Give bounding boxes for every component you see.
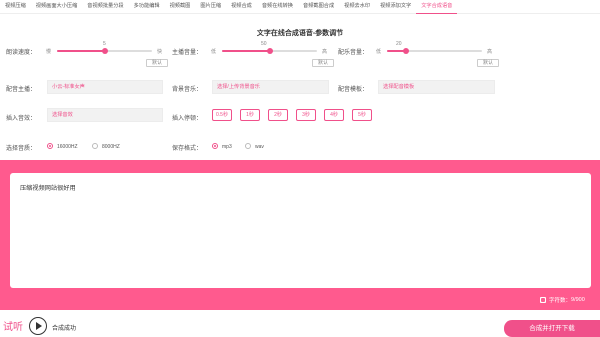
volume-slider-fill [222,50,270,52]
music-volume-max-label: 高 [487,49,493,55]
volume-slider-handle[interactable] [266,48,273,54]
voice-select[interactable]: 小云-标准女声 [47,80,163,94]
page-title: 文字在线合成语音-参数调节 [256,30,344,37]
volume-min-label: 低 [211,49,217,55]
format-label: 保存格式： [172,146,203,152]
music-volume-min-label: 低 [376,49,382,55]
format-mp3-label: mp3 [222,144,232,150]
pause-3s-button[interactable]: 3秒 [296,109,316,121]
nav-item-add-text[interactable]: 视频添加文字 [375,0,416,14]
pause-0-5s-button[interactable]: 0.5秒 [212,109,232,121]
nav-item-multi-edit[interactable]: 多功能编辑 [129,0,165,14]
bgm-label: 背景音乐： [172,87,203,93]
music-volume-value: 20 [396,41,402,47]
nav-item-remove-watermark[interactable]: 视频去水印 [339,0,375,14]
speed-default-button[interactable]: 默认 [146,59,168,67]
synthesis-status: 合成成功 [52,326,77,332]
volume-max-label: 高 [322,49,328,55]
speed-slider-handle[interactable] [101,48,108,54]
speed-max-label: 快 [157,49,163,55]
text-input-content: 压缩视频网站很好用 [20,185,76,192]
sample-rate-8000-radio[interactable] [92,143,98,149]
char-count: 字符数： 9/900 [540,296,585,304]
sample-rate-label: 选择音质： [6,146,37,152]
speed-slider[interactable] [57,48,152,54]
format-wav-label: wav [255,144,264,150]
music-volume-label: 配乐音量： [338,50,369,56]
volume-slider[interactable] [222,48,317,54]
music-volume-slider-handle[interactable] [403,48,409,54]
speed-slider-fill [57,50,105,52]
pause-1s-button[interactable]: 1秒 [240,109,260,121]
format-wav-radio[interactable] [245,143,251,149]
effect-select[interactable]: 选择音效 [47,108,163,122]
pause-label: 插入停顿： [172,116,203,122]
sample-rate-16000-label: 16000HZ [57,144,78,150]
pause-2s-button[interactable]: 2秒 [268,109,288,121]
nav-item-video-compress[interactable]: 视频压缩 [0,0,31,14]
format-mp3-radio[interactable] [212,143,218,149]
speed-value: 5 [103,41,106,47]
nav-item-audio-convert[interactable]: 音频在线转换 [257,0,298,14]
nav-item-batch-split[interactable]: 音视频批量分段 [82,0,128,14]
top-nav: 视频压缩 视频画面大小压缩 音视频批量分段 多功能编辑 视频截图 图片压缩 视频… [0,0,600,14]
voice-label: 配音主播： [6,87,37,93]
sample-rate-8000-label: 8000HZ [102,144,120,150]
volume-default-button[interactable]: 默认 [312,59,334,67]
synthesize-download-button[interactable]: 合成并打开下载 [504,320,600,337]
nav-item-video-screenshot[interactable]: 视频截图 [165,0,196,14]
document-icon [540,297,546,303]
play-icon[interactable] [29,317,47,335]
nav-item-video-merge[interactable]: 视频合成 [226,0,257,14]
speed-min-label: 慢 [46,49,52,55]
pause-4s-button[interactable]: 4秒 [324,109,344,121]
effect-label: 插入音效： [6,116,37,122]
nav-item-video-size-compress[interactable]: 视频画面大小压缩 [31,0,83,14]
template-select[interactable]: 选择配音模板 [378,80,495,94]
volume-label: 主播音量： [172,50,203,56]
template-label: 配音模板： [338,87,369,93]
bgm-select[interactable]: 选择/上传背景音乐 [212,80,329,94]
try-listen-label: 试听 [3,322,23,333]
char-count-value: 9/900 [571,297,585,303]
text-input[interactable]: 压缩视频网站很好用 [10,173,591,288]
nav-item-text-to-speech[interactable]: 文字合成语音 [416,0,458,14]
sample-rate-16000-radio[interactable] [47,143,53,149]
pause-5s-button[interactable]: 5秒 [352,109,372,121]
nav-item-image-compress[interactable]: 图片压缩 [195,0,226,14]
volume-value: 50 [261,41,267,47]
char-count-label: 字符数： [549,298,572,304]
speed-label: 朗读速度： [6,50,37,56]
music-volume-slider[interactable] [387,48,482,54]
nav-item-audio-cut-merge[interactable]: 音频截图合成 [298,0,339,14]
music-volume-default-button[interactable]: 默认 [477,59,499,67]
